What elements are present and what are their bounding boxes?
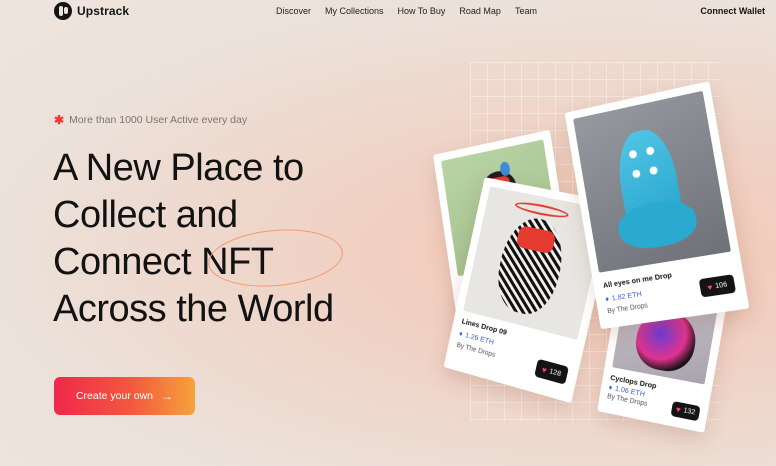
eth-icon: ♦ xyxy=(604,294,610,304)
brand-logo[interactable]: Upstrack xyxy=(54,2,129,20)
arrow-right-icon: → xyxy=(161,389,174,403)
nav-link-road-map[interactable]: Road Map xyxy=(459,6,501,16)
nft-image-blue-character xyxy=(573,90,731,273)
nav-link-team[interactable]: Team xyxy=(515,6,537,16)
heart-icon: ♥ xyxy=(541,364,548,375)
cta-label: Create your own xyxy=(75,390,154,402)
headline-line-4: Across the World xyxy=(53,288,334,330)
card-price: ♦ 1.82 ETH xyxy=(604,289,643,304)
likes-badge[interactable]: ♥ 106 xyxy=(698,274,737,298)
eth-icon: ♦ xyxy=(608,382,614,392)
eth-icon: ♦ xyxy=(458,328,464,339)
tagline: ✱ More than 1000 User Active every day xyxy=(54,114,247,126)
nav-link-discover[interactable]: Discover xyxy=(276,6,311,16)
card-creator: By The Drops xyxy=(606,302,649,316)
connect-wallet-button[interactable]: Connect Wallet xyxy=(700,6,765,16)
headline-line-1: A New Place to xyxy=(53,147,304,189)
heart-icon: ♥ xyxy=(675,404,682,415)
create-your-own-button[interactable]: Create your own → xyxy=(54,377,195,415)
tagline-text: More than 1000 User Active every day xyxy=(69,114,248,126)
nav-link-how-to-buy[interactable]: How To Buy xyxy=(398,6,446,16)
card-title: All eyes on me Drop xyxy=(602,270,673,290)
logo-icon xyxy=(54,2,72,20)
heart-icon: ♥ xyxy=(706,282,714,292)
nav-links: Discover My Collections How To Buy Road … xyxy=(276,6,551,16)
likes-badge[interactable]: ♥ 128 xyxy=(534,358,569,385)
nav-link-my-collections[interactable]: My Collections xyxy=(325,6,384,16)
brand-name: Upstrack xyxy=(77,4,130,18)
top-nav: Upstrack Discover My Collections How To … xyxy=(0,0,776,24)
likes-badge[interactable]: ♥ 132 xyxy=(670,401,701,422)
asterisk-icon: ✱ xyxy=(54,113,65,127)
